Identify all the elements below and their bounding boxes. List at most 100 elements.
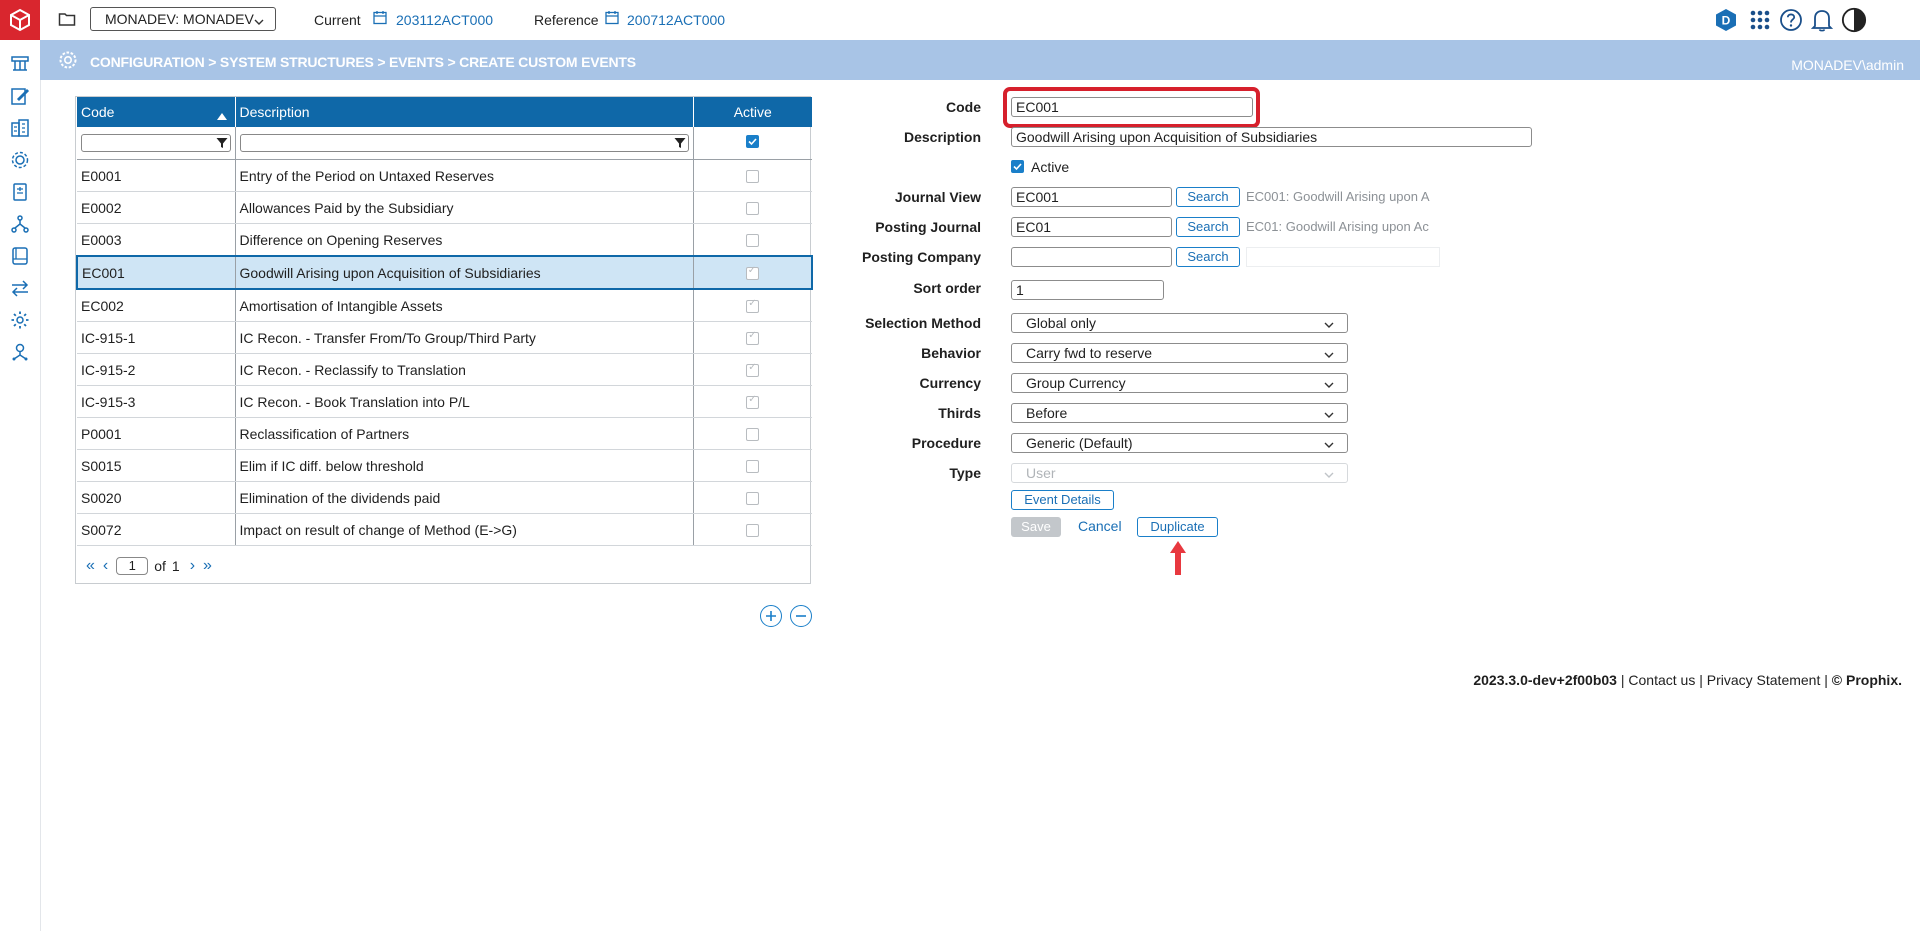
prophix-logo[interactable] bbox=[0, 0, 40, 40]
table-row[interactable]: S0015 Elim if IC diff. below threshold bbox=[77, 449, 812, 482]
table-row[interactable]: P0001 Reclassification of Partners bbox=[77, 417, 812, 450]
code-filter-input[interactable] bbox=[81, 134, 231, 152]
breadcrumb-bar: CONFIGURATION > SYSTEM STRUCTURES > EVEN… bbox=[40, 40, 1920, 80]
active-filter-checkbox[interactable] bbox=[746, 135, 760, 148]
cell-code: IC-915-3 bbox=[77, 385, 236, 418]
cancel-button[interactable]: Cancel bbox=[1078, 518, 1122, 534]
selection-method-label: Selection Method bbox=[865, 315, 981, 331]
column-header-description[interactable]: Description bbox=[235, 97, 694, 127]
cell-code: EC002 bbox=[77, 289, 236, 322]
pager: « ‹ 1 of 1 › » bbox=[76, 551, 212, 581]
table-row[interactable]: IC-915-1 IC Recon. - Transfer From/To Gro… bbox=[77, 321, 812, 354]
add-row-button[interactable] bbox=[760, 605, 782, 627]
form-icon[interactable] bbox=[8, 180, 32, 204]
calendar-icon[interactable] bbox=[373, 10, 389, 26]
table-row[interactable]: S0072 Impact on result of change of Metho… bbox=[77, 513, 812, 546]
table-row[interactable]: IC-915-3 IC Recon. - Book Translation int… bbox=[77, 385, 812, 418]
edit-icon[interactable] bbox=[8, 84, 32, 108]
active-checkbox[interactable] bbox=[1011, 160, 1024, 173]
chevron-down-icon bbox=[253, 12, 265, 30]
transfer-icon[interactable] bbox=[8, 276, 32, 300]
gear-network-icon[interactable] bbox=[8, 148, 32, 172]
folder-icon[interactable] bbox=[58, 10, 78, 30]
journal-view-input[interactable]: EC001 bbox=[1011, 187, 1172, 207]
current-label: Current bbox=[314, 12, 361, 28]
posting-journal-input[interactable]: EC01 bbox=[1011, 217, 1172, 237]
column-header-active[interactable]: Active bbox=[693, 97, 812, 127]
selection-method-select[interactable]: Global only bbox=[1011, 313, 1348, 333]
cell-description: Difference on Opening Reserves bbox=[235, 223, 694, 257]
row-active-checkbox bbox=[745, 265, 759, 281]
posting-journal-search-button[interactable]: Search bbox=[1176, 217, 1240, 237]
behavior-select[interactable]: Carry fwd to reserve bbox=[1011, 343, 1348, 363]
currency-select[interactable]: Group Currency bbox=[1011, 373, 1348, 393]
event-details-button[interactable]: Event Details bbox=[1011, 490, 1114, 510]
environment-value: MONADEV: MONADEV bbox=[105, 11, 254, 27]
behavior-label: Behavior bbox=[921, 345, 981, 361]
column-header-code[interactable]: Code bbox=[77, 97, 236, 127]
reference-period-link[interactable]: 200712ACT000 bbox=[627, 12, 725, 28]
building-icon[interactable] bbox=[8, 116, 32, 140]
plus-icon bbox=[766, 611, 776, 621]
procedure-select[interactable]: Generic (Default) bbox=[1011, 433, 1348, 453]
user-network-icon[interactable] bbox=[8, 340, 32, 364]
behavior-value: Carry fwd to reserve bbox=[1026, 345, 1153, 361]
journal-view-search-button[interactable]: Search bbox=[1176, 187, 1240, 207]
posting-company-search-button[interactable]: Search bbox=[1176, 247, 1240, 267]
page-number-input[interactable]: 1 bbox=[116, 557, 149, 575]
last-page-icon[interactable]: » bbox=[203, 557, 212, 575]
current-period-link[interactable]: 203112ACT000 bbox=[396, 12, 493, 28]
table-row[interactable]: IC-915-2 IC Recon. - Reclassify to Transl… bbox=[77, 353, 812, 386]
table-row[interactable]: EC001 Goodwill Arising upon Acquisition o… bbox=[76, 255, 813, 290]
filter-icon[interactable] bbox=[216, 136, 228, 152]
first-page-icon[interactable]: « bbox=[86, 557, 95, 575]
sort-order-input[interactable]: 1 bbox=[1011, 280, 1164, 300]
help-icon[interactable] bbox=[1778, 7, 1804, 33]
calendar-icon[interactable] bbox=[605, 10, 621, 26]
cell-description: Entry of the Period on Untaxed Reserves bbox=[235, 159, 694, 192]
events-table: Code Description Active E0001 Entry of th… bbox=[76, 97, 813, 546]
table-row[interactable]: EC002 Amortisation of Intangible Assets bbox=[77, 289, 812, 322]
environment-select[interactable]: MONADEV: MONADEV bbox=[90, 7, 276, 31]
contact-us-link[interactable]: Contact us bbox=[1628, 672, 1695, 688]
column-code-label: Code bbox=[81, 104, 115, 120]
cell-active bbox=[693, 385, 812, 418]
row-active-checkbox bbox=[746, 362, 760, 378]
posting-company-input[interactable] bbox=[1011, 247, 1172, 267]
avatar-icon[interactable] bbox=[1841, 7, 1867, 33]
privacy-statement-link[interactable]: Privacy Statement bbox=[1707, 672, 1821, 688]
structure-icon[interactable] bbox=[8, 52, 32, 76]
sort-order-label: Sort order bbox=[913, 280, 981, 296]
duplicate-button[interactable]: Duplicate bbox=[1137, 517, 1218, 537]
notification-bell-icon[interactable] bbox=[1809, 7, 1835, 33]
book-icon[interactable] bbox=[8, 244, 32, 268]
footer-separator: | bbox=[1616, 672, 1629, 688]
next-page-icon[interactable]: › bbox=[190, 557, 195, 575]
red-arrow-up-icon bbox=[1170, 541, 1186, 575]
table-row[interactable]: E0001 Entry of the Period on Untaxed Rese… bbox=[77, 159, 812, 192]
sort-ascending-icon[interactable] bbox=[216, 107, 227, 123]
cell-code: E0003 bbox=[77, 223, 236, 257]
remove-row-button[interactable] bbox=[790, 605, 812, 627]
description-input[interactable]: Goodwill Arising upon Acquisition of Sub… bbox=[1011, 127, 1532, 147]
table-row[interactable]: E0002 Allowances Paid by the Subsidiary bbox=[77, 191, 812, 224]
apps-grid-icon[interactable] bbox=[1747, 7, 1773, 33]
cell-active bbox=[693, 289, 812, 322]
hierarchy-icon[interactable] bbox=[8, 212, 32, 236]
selection-method-value: Global only bbox=[1026, 315, 1097, 331]
filter-row bbox=[77, 127, 812, 160]
description-filter-input[interactable] bbox=[239, 134, 689, 152]
prev-page-icon[interactable]: ‹ bbox=[103, 557, 108, 575]
page-of-label: of bbox=[154, 558, 166, 574]
thirds-select[interactable]: Before bbox=[1011, 403, 1348, 423]
badge-d-icon[interactable]: D bbox=[1713, 7, 1739, 33]
cell-description: Goodwill Arising upon Acquisition of Sub… bbox=[235, 255, 694, 290]
filter-icon[interactable] bbox=[674, 136, 686, 152]
cell-code: E0002 bbox=[77, 191, 236, 224]
table-row[interactable]: E0003 Difference on Opening Reserves bbox=[77, 223, 812, 257]
cell-code: S0020 bbox=[77, 481, 236, 514]
settings-icon[interactable] bbox=[8, 308, 32, 332]
table-row[interactable]: S0020 Elimination of the dividends paid bbox=[77, 481, 812, 514]
cell-active bbox=[693, 449, 812, 482]
cell-code: IC-915-2 bbox=[77, 353, 236, 386]
